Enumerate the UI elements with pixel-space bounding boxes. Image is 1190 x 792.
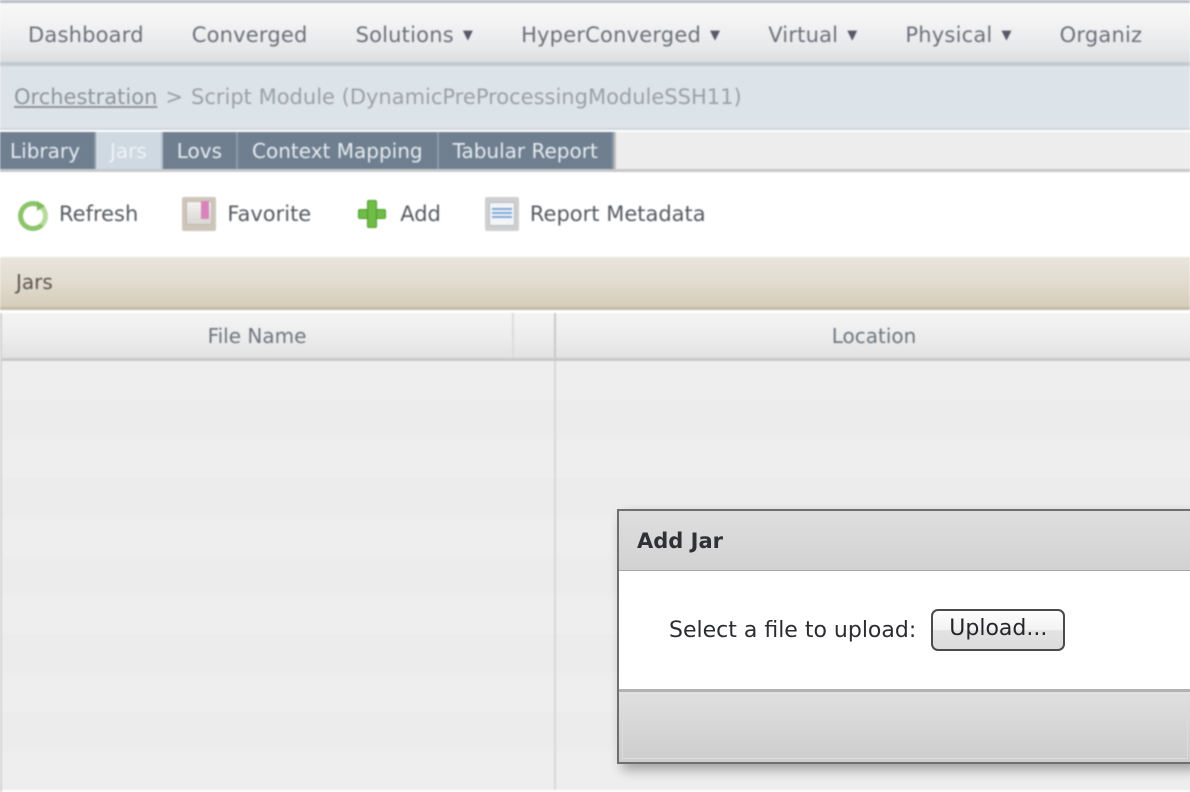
tab-label: Jars	[109, 138, 147, 163]
table-row[interactable]	[2, 361, 1190, 400]
cell-location	[556, 439, 1190, 478]
application-window: Dashboard Converged Solutions ▼ HyperCon…	[0, 0, 1190, 792]
table-row[interactable]	[2, 400, 1190, 439]
column-header-location[interactable]: Location	[556, 313, 1190, 358]
plus-icon	[355, 197, 389, 231]
cell-file-name	[2, 634, 556, 673]
tab-lovs[interactable]: Lovs	[162, 132, 239, 169]
cell-file-name	[2, 712, 556, 751]
add-jar-dialog: Add Jar Select a file to upload: Upload.…	[617, 509, 1190, 764]
chevron-down-icon: ▼	[709, 28, 721, 43]
nav-item-organization[interactable]: Organiz	[1060, 23, 1143, 47]
cell-file-name	[2, 361, 556, 400]
tab-library[interactable]: Library	[0, 132, 96, 169]
tab-label: Context Mapping	[252, 138, 423, 163]
dialog-title-bar: Add Jar	[619, 511, 1190, 571]
cell-file-name	[2, 556, 556, 595]
cell-location	[556, 361, 1190, 400]
nav-item-converged[interactable]: Converged	[192, 23, 308, 47]
cell-file-name	[2, 400, 556, 439]
refresh-button[interactable]: Refresh	[14, 197, 138, 231]
section-header: Jars	[0, 257, 1190, 310]
cell-location	[556, 400, 1190, 439]
breadcrumb: Orchestration > Script Module (DynamicPr…	[0, 66, 1190, 130]
tab-label: Library	[10, 138, 80, 163]
nav-item-label: Dashboard	[28, 22, 144, 47]
nav-item-solutions[interactable]: Solutions ▼	[356, 23, 474, 47]
tab-label: Tabular Report	[452, 138, 598, 163]
table-header-row: File Name Location	[2, 313, 1190, 361]
column-resize-handle[interactable]	[514, 313, 556, 358]
dialog-footer	[619, 689, 1190, 762]
tab-bar-filler	[613, 132, 1190, 169]
tab-context-mapping[interactable]: Context Mapping	[238, 132, 439, 169]
add-button[interactable]: Add	[355, 197, 441, 231]
nav-item-hyperconverged[interactable]: HyperConverged ▼	[521, 23, 720, 47]
chevron-down-icon: ▼	[847, 28, 858, 43]
nav-item-label: Organiz	[1059, 22, 1143, 47]
breadcrumb-link-orchestration[interactable]: Orchestration	[14, 85, 157, 109]
nav-item-label: Converged	[191, 22, 308, 47]
column-header-file-name[interactable]: File Name	[2, 313, 514, 358]
nav-item-physical[interactable]: Physical ▼	[905, 23, 1011, 47]
top-navigation-bar: Dashboard Converged Solutions ▼ HyperCon…	[0, 0, 1190, 66]
action-toolbar: Refresh Favorite Add Report Metadata	[0, 175, 1190, 253]
favorite-button-label: Favorite	[227, 202, 312, 226]
nav-item-virtual[interactable]: Virtual ▼	[768, 23, 857, 47]
cell-file-name	[2, 673, 556, 712]
upload-field-label: Select a file to upload:	[669, 617, 917, 643]
nav-item-dashboard[interactable]: Dashboard	[28, 23, 144, 47]
tab-jars[interactable]: Jars	[95, 132, 163, 169]
column-header-label: File Name	[207, 323, 307, 348]
cell-file-name	[2, 478, 556, 517]
report-icon	[484, 197, 519, 231]
cell-file-name	[2, 751, 556, 790]
dialog-title: Add Jar	[637, 528, 723, 553]
book-icon	[182, 197, 217, 231]
dialog-body: Select a file to upload: Upload...	[619, 571, 1190, 689]
favorite-button[interactable]: Favorite	[182, 197, 311, 231]
nav-item-label: Physical	[905, 22, 993, 47]
tab-tabular-report[interactable]: Tabular Report	[438, 132, 614, 169]
cell-file-name	[2, 517, 556, 556]
nav-item-label: Virtual	[768, 22, 839, 47]
table-row[interactable]	[2, 439, 1190, 478]
dialog-footer-actions	[622, 695, 1188, 759]
report-metadata-button[interactable]: Report Metadata	[484, 197, 706, 231]
breadcrumb-current-page: Script Module (DynamicPreProcessingModul…	[191, 85, 742, 109]
refresh-button-label: Refresh	[59, 202, 139, 226]
cell-file-name	[2, 439, 556, 478]
upload-button[interactable]: Upload...	[931, 608, 1066, 652]
cell-file-name	[2, 595, 556, 634]
tab-bar: Library Jars Lovs Context Mapping Tabula…	[0, 132, 1190, 172]
nav-item-label: Solutions	[355, 22, 454, 47]
add-button-label: Add	[400, 202, 441, 226]
tab-label: Lovs	[176, 138, 223, 163]
breadcrumb-separator: >	[165, 85, 183, 109]
refresh-icon	[14, 197, 48, 231]
chevron-down-icon: ▼	[462, 28, 474, 43]
chevron-down-icon: ▼	[1001, 28, 1012, 43]
report-metadata-button-label: Report Metadata	[529, 202, 706, 226]
column-header-label: Location	[831, 323, 917, 348]
nav-item-label: HyperConverged	[521, 22, 701, 47]
section-title: Jars	[16, 270, 53, 294]
